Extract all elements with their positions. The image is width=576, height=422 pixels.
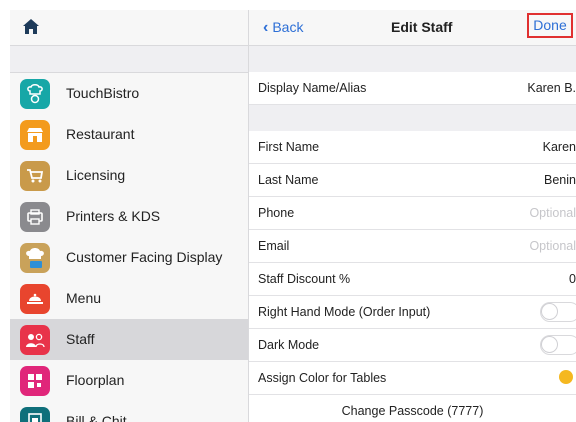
page-title: Edit Staff <box>391 19 453 35</box>
change-passcode-button[interactable]: Change Passcode (7777) <box>249 404 576 418</box>
section-spacer <box>249 105 576 131</box>
right-hand-mode-toggle[interactable] <box>540 302 576 322</box>
staff-discount-field[interactable]: 0 <box>569 272 576 286</box>
home-icon[interactable] <box>22 18 40 36</box>
phone-field[interactable]: Optional <box>529 206 576 220</box>
staff-people-icon <box>20 325 50 355</box>
assign-color-label: Assign Color for Tables <box>258 371 387 385</box>
change-passcode-row[interactable]: Change Passcode (7777) <box>249 395 576 422</box>
display-name-label: Display Name/Alias <box>258 81 367 95</box>
email-field[interactable]: Optional <box>529 239 576 253</box>
cart-icon <box>20 161 50 191</box>
done-button[interactable]: Done <box>527 13 573 38</box>
sidebar-item-label: Restaurant <box>66 126 135 142</box>
sidebar-spacer <box>10 46 248 73</box>
back-label: Back <box>272 19 304 35</box>
sidebar-item-label: Menu <box>66 290 102 306</box>
last-name-field[interactable]: Benin <box>544 173 576 187</box>
bill-icon <box>20 407 50 422</box>
sidebar-item-bill-chit[interactable]: Bill & Chit <box>10 401 248 422</box>
phone-row[interactable]: Phone Optional <box>249 197 576 230</box>
menu-cloche-icon <box>20 284 50 314</box>
sidebar-item-label: Bill & Chit <box>66 413 127 422</box>
toggle-knob <box>541 336 558 353</box>
sidebar-item-licensing[interactable]: Licensing <box>10 155 248 196</box>
right-hand-mode-row: Right Hand Mode (Order Input) <box>249 296 576 329</box>
floorplan-icon <box>20 366 50 396</box>
dark-mode-toggle[interactable] <box>540 335 576 355</box>
sidebar-item-label: Customer Facing Display <box>66 249 223 265</box>
printer-icon <box>20 202 50 232</box>
sidebar-item-label: Floorplan <box>66 372 125 388</box>
sidebar-item-menu[interactable]: Menu <box>10 278 248 319</box>
email-row[interactable]: Email Optional <box>249 230 576 263</box>
storefront-icon <box>20 120 50 150</box>
sidebar-header <box>10 10 248 46</box>
sidebar-item-label: Printers & KDS <box>66 208 161 224</box>
staff-discount-label: Staff Discount % <box>258 272 351 286</box>
first-name-row[interactable]: First Name Karen <box>249 131 576 164</box>
table-color-swatch[interactable] <box>559 370 573 384</box>
phone-label: Phone <box>258 206 295 220</box>
dark-mode-label: Dark Mode <box>258 338 320 352</box>
last-name-row[interactable]: Last Name Benin <box>249 164 576 197</box>
navigation-bar: ‹ Back Edit Staff Done <box>249 10 576 46</box>
first-name-field[interactable]: Karen <box>543 140 576 154</box>
touchbistro-chef-icon <box>20 79 50 109</box>
chevron-left-icon: ‹ <box>263 19 269 36</box>
first-name-label: First Name <box>258 140 320 154</box>
sidebar-item-touchbistro[interactable]: TouchBistro <box>10 73 248 114</box>
assign-color-row[interactable]: Assign Color for Tables <box>249 362 576 395</box>
dark-mode-row: Dark Mode <box>249 329 576 362</box>
sidebar-item-label: Licensing <box>66 167 126 183</box>
right-hand-mode-label: Right Hand Mode (Order Input) <box>258 305 431 319</box>
last-name-label: Last Name <box>258 173 319 187</box>
display-name-field[interactable]: Karen B. <box>527 81 576 95</box>
sidebar-item-customer-facing-display[interactable]: Customer Facing Display <box>10 237 248 278</box>
email-label: Email <box>258 239 290 253</box>
sidebar-item-label: TouchBistro <box>66 85 140 101</box>
sidebar-item-restaurant[interactable]: Restaurant <box>10 114 248 155</box>
edit-staff-panel: ‹ Back Edit Staff Done Display Name/Alias… <box>249 10 576 422</box>
app-frame: TouchBistro Restaurant Licensing Printer… <box>10 10 576 422</box>
back-button[interactable]: ‹ Back <box>263 19 303 37</box>
sidebar-item-printers-kds[interactable]: Printers & KDS <box>10 196 248 237</box>
settings-sidebar: TouchBistro Restaurant Licensing Printer… <box>10 10 249 422</box>
toggle-knob <box>541 303 558 320</box>
sidebar-item-label: Staff <box>66 331 95 347</box>
sidebar-item-staff[interactable]: Staff <box>10 319 248 360</box>
staff-discount-row[interactable]: Staff Discount % 0 <box>249 263 576 296</box>
cfd-chef-icon <box>20 243 50 273</box>
sidebar-item-floorplan[interactable]: Floorplan <box>10 360 248 401</box>
display-name-row[interactable]: Display Name/Alias Karen B. <box>249 72 576 105</box>
section-spacer <box>249 46 576 72</box>
